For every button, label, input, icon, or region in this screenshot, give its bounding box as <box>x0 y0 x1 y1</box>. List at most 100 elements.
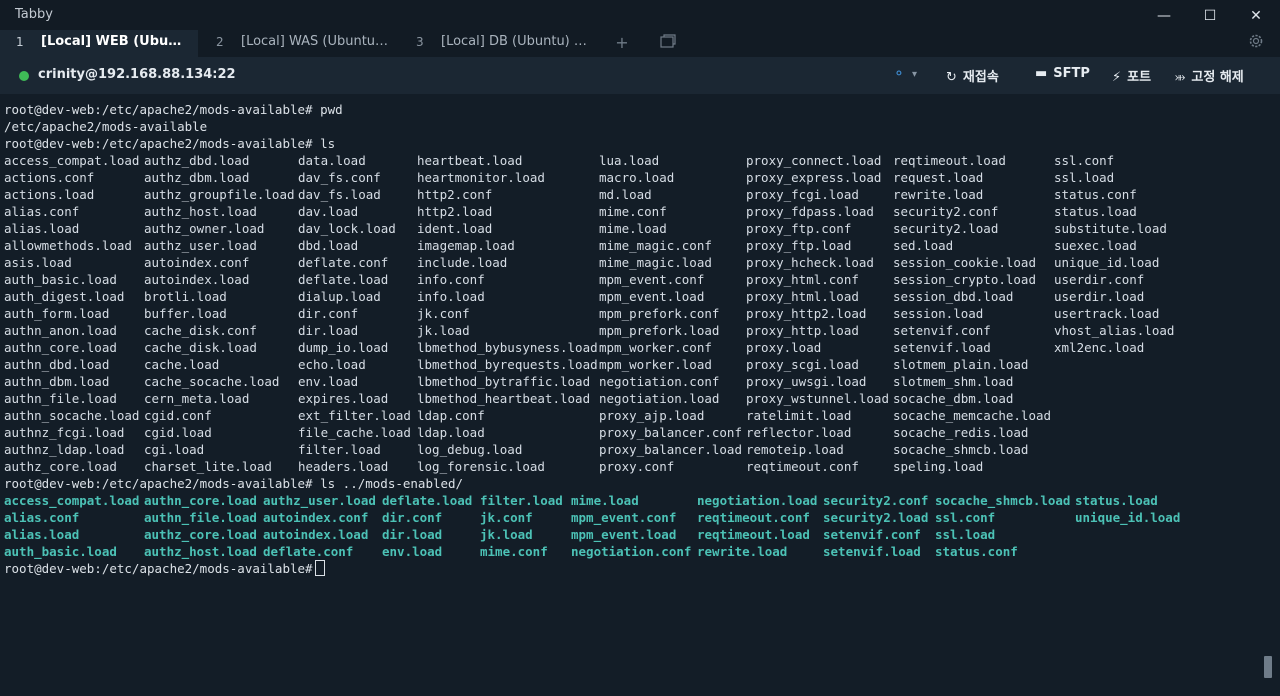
terminal-line-current: root@dev-web:/etc/apache2/mods-available… <box>4 560 325 577</box>
file-entry: heartmonitor.load <box>417 170 545 185</box>
file-entry: authz_host.load <box>144 544 257 559</box>
file-entry: authn_dbd.load <box>4 357 110 372</box>
file-entry: ident.load <box>417 221 493 236</box>
file-entry: dir.load <box>382 527 443 542</box>
file-entry: jk.conf <box>480 510 533 525</box>
file-entry: mime.conf <box>480 544 548 559</box>
file-entry: lua.load <box>599 153 660 168</box>
plug-icon: ⚡ <box>1112 70 1122 85</box>
file-entry: alias.conf <box>4 510 80 525</box>
file-entry: auth_digest.load <box>4 289 125 304</box>
file-entry: vhost_alias.load <box>1054 323 1175 338</box>
file-entry: dir.load <box>298 323 359 338</box>
file-entry: http2.load <box>417 204 493 219</box>
tab-label: [Local] WEB (Ubuntu) ... <box>41 34 189 49</box>
file-entry: cgid.conf <box>144 408 212 423</box>
file-entry: proxy.conf <box>599 459 675 474</box>
prompt: root@dev-web:/etc/apache2/mods-available… <box>4 476 313 491</box>
file-entry: buffer.load <box>144 306 227 321</box>
file-entry: allowmethods.load <box>4 238 132 253</box>
unpin-label: 고정 해제 <box>1191 70 1244 85</box>
file-entry: deflate.load <box>298 272 389 287</box>
terminal-line-ls-enabled: root@dev-web:/etc/apache2/mods-available… <box>4 475 463 492</box>
file-entry: md.load <box>599 187 652 202</box>
file-entry: mpm_event.conf <box>571 510 677 525</box>
file-entry: proxy_http2.load <box>746 306 867 321</box>
file-entry: deflate.load <box>382 493 473 508</box>
file-entry: rewrite.load <box>893 187 984 202</box>
lightbulb-icon[interactable]: ⚬ <box>893 66 905 82</box>
reconnect-icon: ↻ <box>946 70 957 85</box>
terminal-line-pwd: root@dev-web:/etc/apache2/mods-available… <box>4 101 343 118</box>
file-entry: mpm_prefork.conf <box>599 306 720 321</box>
file-entry: session_cookie.load <box>893 255 1036 270</box>
file-entry: info.load <box>417 289 485 304</box>
file-entry: security2.load <box>893 221 999 236</box>
file-entry: unique_id.load <box>1075 510 1181 525</box>
prompt: root@dev-web:/etc/apache2/mods-available… <box>4 102 313 117</box>
file-entry: sed.load <box>893 238 954 253</box>
file-entry: proxy_ftp.load <box>746 238 852 253</box>
file-entry: slotmem_plain.load <box>893 357 1029 372</box>
file-entry: reflector.load <box>746 425 852 440</box>
file-entry: proxy_balancer.conf <box>599 425 742 440</box>
file-entry: autoindex.load <box>263 527 369 542</box>
tab-label: [Local] DB (Ubuntu) G... <box>441 34 589 49</box>
file-entry: proxy_fdpass.load <box>746 204 874 219</box>
file-entry: proxy_http.load <box>746 323 859 338</box>
unpin-button[interactable]: ⤕ 고정 해제 <box>1175 66 1244 85</box>
file-entry: cgid.load <box>144 425 212 440</box>
file-entry: heartbeat.load <box>417 153 523 168</box>
file-entry: ssl.load <box>1054 170 1115 185</box>
file-entry: alias.conf <box>4 204 80 219</box>
sftp-button[interactable]: ▬ SFTP <box>1035 66 1090 81</box>
window-layout-icon[interactable] <box>658 33 678 53</box>
file-entry: usertrack.load <box>1054 306 1160 321</box>
prompt: root@dev-web:/etc/apache2/mods-available… <box>4 136 313 151</box>
minimize-button[interactable]: — <box>1154 6 1174 26</box>
file-entry: filter.load <box>480 493 563 508</box>
file-entry: authn_core.load <box>4 340 117 355</box>
file-entry: authn_socache.load <box>4 408 140 423</box>
tab-web[interactable]: 1 [Local] WEB (Ubuntu) ... <box>0 30 198 57</box>
tab-was[interactable]: 2 [Local] WAS (Ubuntu) ... <box>200 30 398 57</box>
file-entry: mime.conf <box>599 204 667 219</box>
file-entry: include.load <box>417 255 508 270</box>
close-button[interactable]: ✕ <box>1246 6 1266 26</box>
file-entry: socache_memcache.load <box>893 408 1052 423</box>
file-entry: ext_filter.load <box>298 408 411 423</box>
file-entry: log_debug.load <box>417 442 523 457</box>
reconnect-button[interactable]: ↻ 재접속 <box>946 66 999 85</box>
tab-db[interactable]: 3 [Local] DB (Ubuntu) G... <box>400 30 598 57</box>
window-titlebar: Tabby — ☐ ✕ <box>0 0 1280 30</box>
file-entry: ssl.load <box>935 527 996 542</box>
file-entry: proxy_express.load <box>746 170 882 185</box>
scrollbar-thumb[interactable] <box>1264 656 1272 678</box>
ports-button[interactable]: ⚡ 포트 <box>1112 66 1151 85</box>
command: ls ../mods-enabled/ <box>312 476 464 491</box>
gear-icon[interactable] <box>1246 33 1266 53</box>
file-entry: mime_magic.conf <box>599 238 712 253</box>
terminal-output[interactable]: root@dev-web:/etc/apache2/mods-available… <box>4 101 1260 691</box>
file-entry: setenvif.conf <box>893 323 991 338</box>
file-entry: file_cache.load <box>298 425 411 440</box>
file-entry: remoteip.load <box>746 442 844 457</box>
file-entry: proxy_hcheck.load <box>746 255 874 270</box>
file-entry: status.load <box>1054 204 1137 219</box>
file-entry: charset_lite.load <box>144 459 272 474</box>
chevron-down-icon[interactable]: ▾ <box>912 69 917 80</box>
file-entry: suexec.load <box>1054 238 1137 253</box>
file-entry: socache_shmcb.load <box>893 442 1029 457</box>
file-entry: request.load <box>893 170 984 185</box>
file-entry: negotiation.conf <box>599 374 720 389</box>
file-entry: ssl.conf <box>1054 153 1115 168</box>
file-entry: status.conf <box>1054 187 1137 202</box>
sftp-label: SFTP <box>1053 66 1090 81</box>
file-entry: alias.load <box>4 527 80 542</box>
file-entry: reqtimeout.conf <box>746 459 859 474</box>
file-entry: cache_disk.conf <box>144 323 257 338</box>
new-tab-button[interactable]: + <box>612 33 632 53</box>
file-entry: userdir.conf <box>1054 272 1145 287</box>
maximize-button[interactable]: ☐ <box>1200 6 1220 26</box>
file-entry: userdir.load <box>1054 289 1145 304</box>
